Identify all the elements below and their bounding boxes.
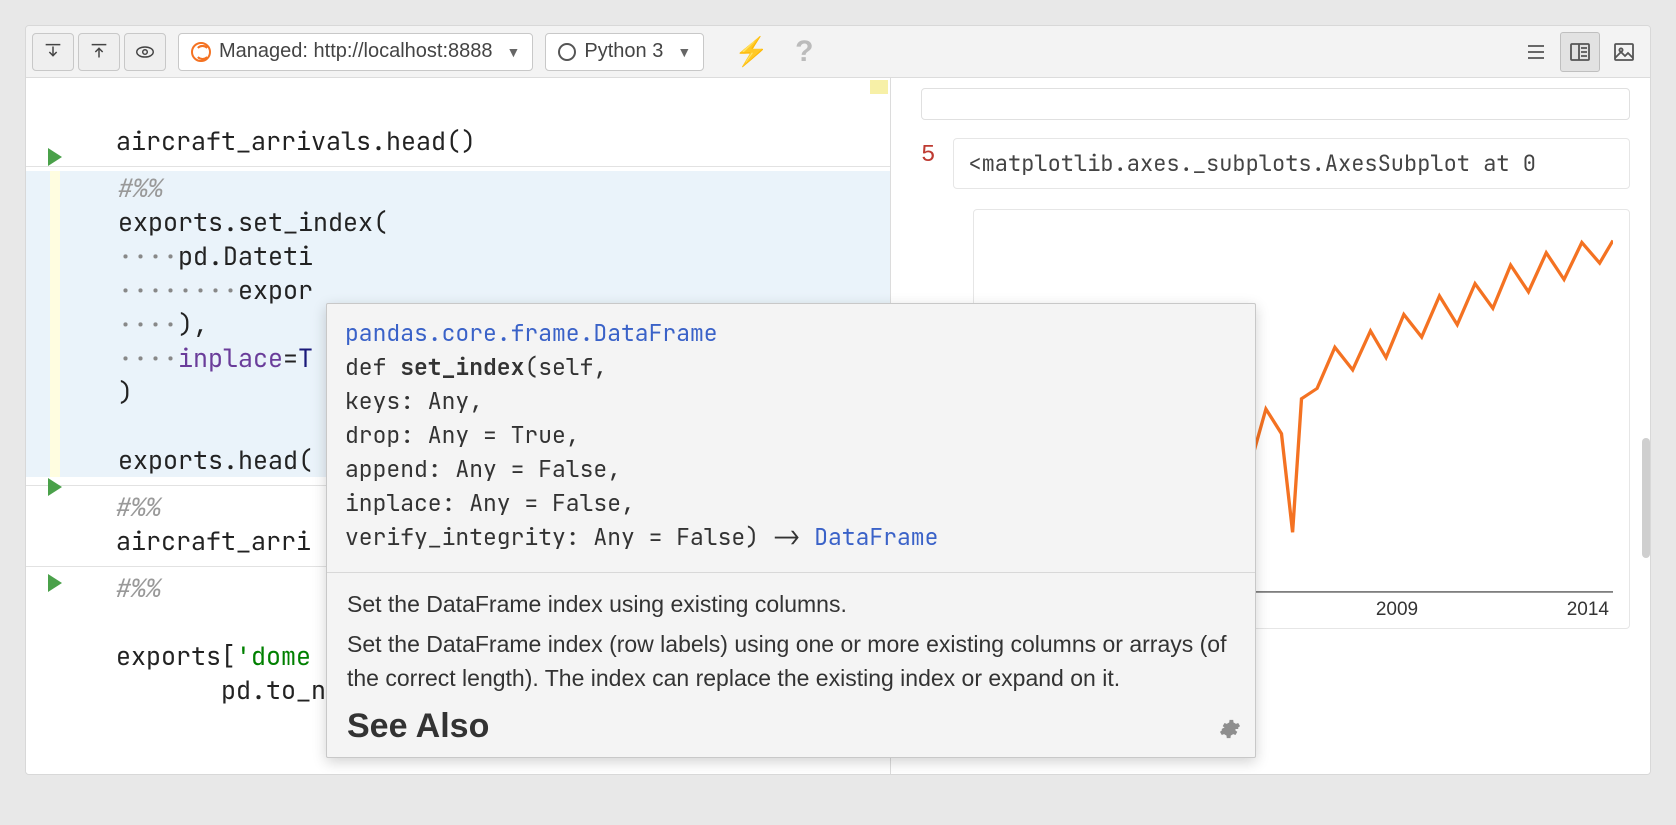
- output-collapsed[interactable]: [921, 88, 1630, 120]
- lightning-icon[interactable]: ⚡: [734, 35, 769, 68]
- view-list-button[interactable]: [1516, 32, 1556, 72]
- cell-marker: #%%: [116, 571, 161, 605]
- output-cell-number: 5: [921, 142, 935, 169]
- doc-sig-line: (self,: [524, 352, 607, 382]
- doc-sig-line: inplace: Any = False,: [345, 488, 635, 518]
- sync-down-button[interactable]: [32, 33, 74, 71]
- kernel-label: Python 3: [584, 40, 663, 63]
- run-cell-icon[interactable]: [48, 148, 62, 166]
- cell-marker: #%%: [116, 490, 161, 524]
- code-line: [116, 673, 221, 707]
- code-line: aircraft_arri: [116, 524, 311, 558]
- code-string: 'dome: [236, 639, 311, 673]
- code-line: aircraft_arrivals.head(): [116, 124, 476, 158]
- doc-return-type: DataFrame: [814, 522, 938, 552]
- code-line: ): [118, 375, 133, 409]
- kernel-status-icon: [558, 43, 576, 61]
- view-image-button[interactable]: [1604, 32, 1644, 72]
- doc-sig-line: drop: Any = True,: [345, 420, 580, 450]
- gear-icon[interactable]: [1219, 717, 1241, 747]
- doc-sig-line: keys: Any,: [345, 386, 483, 416]
- sync-up-button[interactable]: [78, 33, 120, 71]
- server-label: Managed: http://localhost:8888: [219, 40, 493, 63]
- output-repr: <matplotlib.axes._subplots.AxesSubplot a…: [953, 138, 1630, 189]
- doc-see-also-heading: See Also: [347, 709, 1235, 743]
- code-line: =: [283, 341, 298, 375]
- code-line: ),: [178, 307, 208, 341]
- doc-fn-name: set_index: [400, 352, 524, 382]
- doc-signature: pandas.core.frame.DataFrame def set_inde…: [327, 304, 1255, 573]
- kernel-select[interactable]: Python 3 ▼: [545, 33, 704, 71]
- doc-summary: Set the DataFrame index using existing c…: [347, 587, 1235, 621]
- doc-class: pandas.core.frame.DataFrame: [345, 318, 718, 348]
- doc-sig-line: append: Any = False,: [345, 454, 621, 484]
- tick-label: 2009: [1376, 599, 1418, 621]
- tick-label: 2014: [1567, 599, 1609, 621]
- run-cell-icon[interactable]: [48, 478, 62, 496]
- chevron-down-icon: ▼: [677, 44, 691, 60]
- chevron-down-icon: ▼: [507, 44, 521, 60]
- code-line: exports.head(: [118, 443, 313, 477]
- code-line: inplace: [178, 341, 283, 375]
- doc-sig-line: verify_integrity: Any = False) ->: [345, 522, 814, 552]
- quick-doc-popup: pandas.core.frame.DataFrame def set_inde…: [326, 303, 1256, 758]
- jupyter-icon: [191, 42, 211, 62]
- doc-def-kw: def: [345, 352, 400, 382]
- gutter: [26, 78, 96, 774]
- toolbar: Managed: http://localhost:8888 ▼ Python …: [26, 26, 1650, 78]
- change-marker: [870, 80, 888, 94]
- scrollbar-thumb[interactable]: [1642, 438, 1650, 558]
- doc-description: Set the DataFrame index (row labels) usi…: [347, 627, 1235, 695]
- code-line: expor: [238, 273, 313, 307]
- cell-marker: #%%: [118, 171, 163, 205]
- help-icon[interactable]: ?: [795, 35, 813, 69]
- run-cell-icon[interactable]: [48, 574, 62, 592]
- code-line: T: [298, 341, 313, 375]
- code-line: pd.Dateti: [178, 239, 313, 273]
- preview-button[interactable]: [124, 33, 166, 71]
- code-line: exports[: [116, 639, 236, 673]
- server-select[interactable]: Managed: http://localhost:8888 ▼: [178, 33, 533, 71]
- code-line: exports.set_index(: [118, 205, 388, 239]
- view-split-button[interactable]: [1560, 32, 1600, 72]
